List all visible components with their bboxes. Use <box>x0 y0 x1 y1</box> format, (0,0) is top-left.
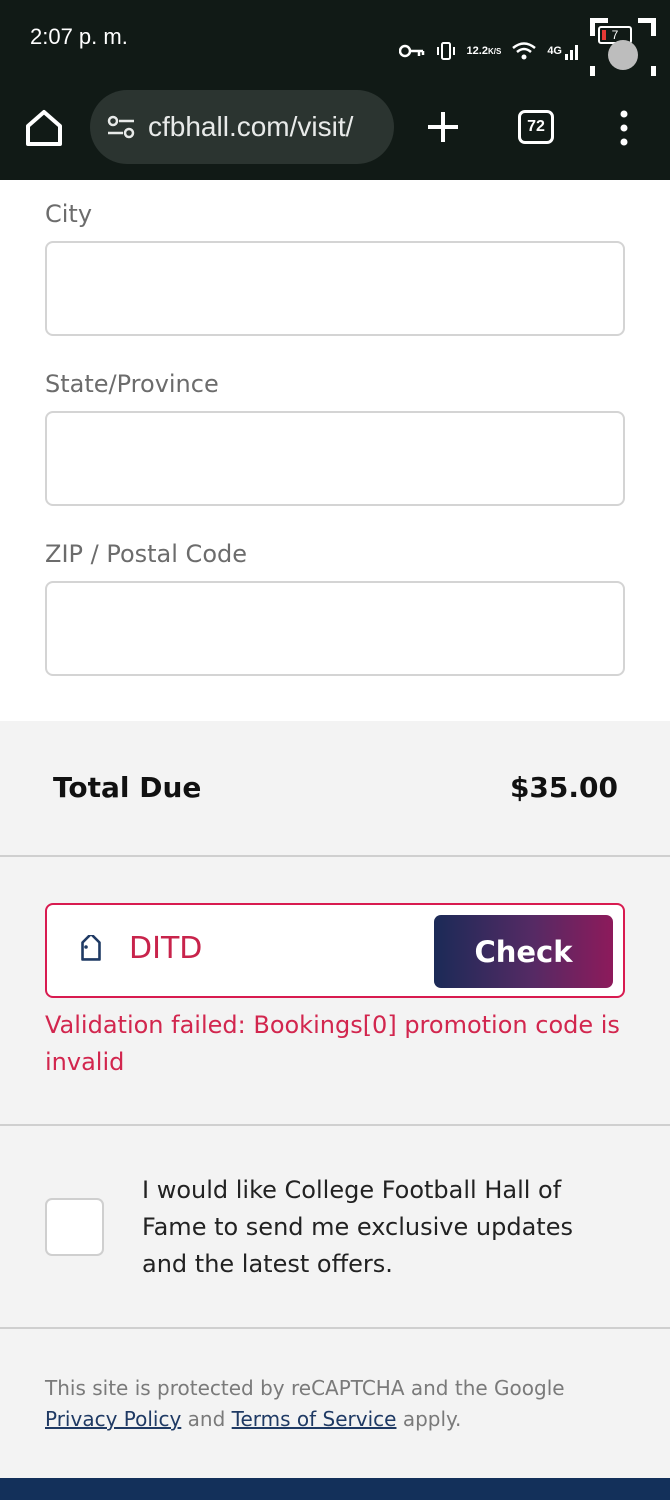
zip-label: ZIP / Postal Code <box>45 540 247 568</box>
recaptcha-suffix: apply. <box>402 1407 462 1431</box>
cellular-signal-icon: 4G <box>547 42 580 60</box>
privacy-policy-link[interactable]: Privacy Policy <box>45 1407 181 1431</box>
recaptcha-notice: This site is protected by reCAPTCHA and … <box>45 1373 635 1435</box>
network-speed: 12.2 K/S <box>466 44 502 57</box>
network-speed-value: 12.2 <box>466 44 488 57</box>
promo-error-message: Validation failed: Bookings[0] promotion… <box>45 1011 620 1076</box>
more-options-icon[interactable] <box>612 108 636 148</box>
vibrate-icon <box>435 40 457 62</box>
terms-of-service-link[interactable]: Terms of Service <box>232 1407 397 1431</box>
marketing-optin-section: I would like College Football Hall of Fa… <box>0 1126 670 1329</box>
total-due-amount: $35.00 <box>509 771 618 804</box>
recaptcha-and: and <box>187 1407 226 1431</box>
status-time: 2:07 p. m. <box>30 24 128 49</box>
vpn-key-icon <box>398 43 425 59</box>
status-bar: 2:07 p. m. 12.2 K/S 4G 7 <box>0 0 670 84</box>
recaptcha-prefix: This site is protected by reCAPTCHA and … <box>45 1376 565 1400</box>
state-label: State/Province <box>45 370 219 398</box>
tab-switcher-button[interactable]: 72 <box>518 110 554 144</box>
network-speed-unit: K/S <box>487 46 502 56</box>
tag-icon <box>75 933 107 967</box>
optin-checkbox[interactable] <box>45 1198 104 1256</box>
footer-bar <box>0 1478 670 1500</box>
screen-record-overlay-icon: 7 <box>590 18 656 84</box>
promo-code-input[interactable]: DITD <box>129 931 429 966</box>
url-text: cfbhall.com/visit/ <box>148 111 354 142</box>
total-due-label: Total Due <box>53 771 202 804</box>
total-due-row: Total Due $35.00 <box>0 721 670 857</box>
address-form: City State/Province ZIP / Postal Code <box>0 180 670 721</box>
promo-code-field: DITD Check <box>45 903 625 998</box>
zip-input[interactable] <box>45 581 625 676</box>
city-label: City <box>45 200 93 228</box>
promo-code-section: DITD Check Validation failed: Bookings[0… <box>0 857 670 1126</box>
new-tab-icon[interactable] <box>424 108 462 146</box>
wifi-icon <box>511 41 537 61</box>
home-icon[interactable] <box>22 106 66 150</box>
status-icons: 12.2 K/S 4G 7 <box>398 18 656 84</box>
site-settings-icon[interactable] <box>104 110 138 144</box>
state-input[interactable] <box>45 411 625 506</box>
network-type: 4G <box>547 45 562 57</box>
browser-toolbar: cfbhall.com/visit/ 72 <box>0 76 670 180</box>
check-promo-button[interactable]: Check <box>434 915 613 988</box>
address-bar[interactable]: cfbhall.com/visit/ <box>90 90 394 164</box>
city-input[interactable] <box>45 241 625 336</box>
optin-label: I would like College Football Hall of Fa… <box>142 1176 573 1278</box>
